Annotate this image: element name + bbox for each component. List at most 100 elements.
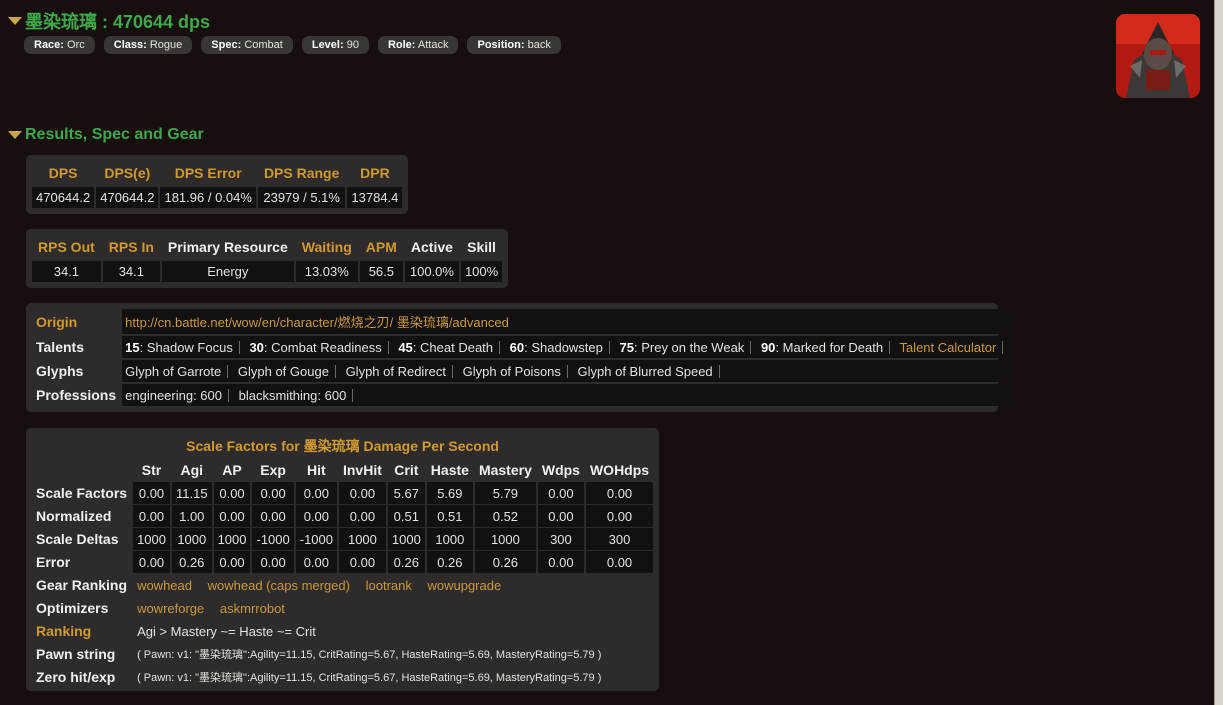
professions-label: Professions bbox=[36, 387, 117, 403]
primary-resource-header: Primary Resource bbox=[167, 239, 288, 255]
sf-cell: 0.00 bbox=[252, 505, 294, 527]
sf-cell: 0.26 bbox=[426, 551, 473, 573]
row-label: Scale Deltas bbox=[36, 531, 119, 547]
sf-cell: 300 bbox=[585, 528, 654, 550]
sf-cell: 0.00 bbox=[585, 551, 654, 573]
class-badge: Class: Rogue bbox=[103, 36, 193, 54]
optimizers-row: Optimizers wowreforge askmrrobot bbox=[32, 597, 653, 619]
sf-cell: 0.00 bbox=[585, 505, 654, 527]
spec-badge: Spec: Combat bbox=[201, 36, 293, 54]
sf-cell: 0.00 bbox=[295, 505, 337, 527]
glyph-item: Glyph of Gouge bbox=[237, 363, 329, 379]
collapse-triangle-icon bbox=[8, 17, 22, 25]
normalized-row: Normalized 0.00 1.00 0.00 0.00 0.00 0.00… bbox=[32, 505, 654, 527]
askmrrobot-link[interactable]: askmrrobot bbox=[220, 601, 285, 616]
sf-cell: 0.26 bbox=[171, 551, 212, 573]
sf-cell: 1000 bbox=[426, 528, 473, 550]
sf-cell: 0.00 bbox=[252, 482, 294, 504]
scale-factors-panel: Scale Factors for 墨染琉璃 Damage Per Second… bbox=[26, 428, 660, 691]
dpr-value: 13784.4 bbox=[347, 187, 403, 208]
sf-cell: 0.00 bbox=[133, 505, 170, 527]
dpr-header: DPR bbox=[360, 165, 390, 181]
zero-hit-exp-row: Zero hit/exp ( Pawn: v1: "墨染琉璃":Agility=… bbox=[32, 666, 653, 688]
talent-60: 60: Shadowstep bbox=[509, 339, 603, 355]
talent-calculator-link[interactable]: Talent Calculator bbox=[899, 340, 996, 355]
dps-summary-table: DPS DPS(e) DPS Error DPS Range DPR 47064… bbox=[30, 159, 404, 210]
scale-factors-row: Scale Factors 0.00 11.15 0.00 0.00 0.00 … bbox=[32, 482, 654, 504]
origin-cell: http://cn.battle.net/wow/en/character/燃烧… bbox=[122, 309, 1013, 334]
sf-cell: -1000 bbox=[252, 528, 294, 550]
sf-cell: 0.00 bbox=[585, 482, 654, 504]
sf-cell: 0.00 bbox=[537, 482, 584, 504]
sf-cell: 5.69 bbox=[426, 482, 473, 504]
wowhead-caps-merged-link[interactable]: wowhead (caps merged) bbox=[208, 578, 350, 593]
results-section-toggle[interactable]: Results, Spec and Gear bbox=[8, 126, 204, 144]
sf-cell: 5.79 bbox=[474, 482, 536, 504]
lootrank-link[interactable]: lootrank bbox=[366, 578, 412, 593]
results-section-title: Results, Spec and Gear bbox=[25, 126, 204, 143]
talent-45: 45: Cheat Death bbox=[398, 339, 494, 355]
avatar-portrait-icon bbox=[1116, 14, 1200, 98]
sf-cell: 0.51 bbox=[387, 505, 425, 527]
sf-cell: 1000 bbox=[474, 528, 536, 550]
talent-90: 90: Marked for Death bbox=[760, 339, 884, 355]
pawn-string-row: Pawn string ( Pawn: v1: "墨染琉璃":Agility=1… bbox=[32, 643, 653, 665]
glyphs-cell: Glyph of Garrote Glyph of Gouge Glyph of… bbox=[122, 360, 1013, 382]
resource-summary-panel: RPS Out RPS In Primary Resource Waiting … bbox=[26, 229, 509, 288]
character-info-table: Origin http://cn.battle.net/wow/en/chara… bbox=[30, 307, 1014, 408]
col-crit-header: Crit bbox=[394, 462, 419, 478]
col-mastery-header: Mastery bbox=[478, 462, 532, 478]
glyph-item: Glyph of Redirect bbox=[345, 363, 446, 379]
race-badge: Race: Orc bbox=[24, 36, 95, 54]
sf-cell: 0.00 bbox=[213, 551, 251, 573]
rps-in-header: RPS In bbox=[108, 239, 154, 255]
sf-cell: 1000 bbox=[213, 528, 251, 550]
sf-cell: 0.00 bbox=[295, 482, 337, 504]
optimizers-label: Optimizers bbox=[36, 600, 109, 616]
resource-summary-table: RPS Out RPS In Primary Resource Waiting … bbox=[30, 233, 504, 284]
sf-cell: 0.00 bbox=[537, 505, 584, 527]
glyph-item: Glyph of Blurred Speed bbox=[577, 363, 713, 379]
gear-ranking-links: wowhead wowhead (caps merged) lootrank w… bbox=[133, 574, 653, 596]
pawn-string-value[interactable]: ( Pawn: v1: "墨染琉璃":Agility=11.15, CritRa… bbox=[133, 643, 653, 665]
wowhead-link[interactable]: wowhead bbox=[137, 578, 192, 593]
profession-item: blacksmithing: 600 bbox=[238, 387, 347, 403]
wowupgrade-link[interactable]: wowupgrade bbox=[427, 578, 501, 593]
ranking-label: Ranking bbox=[36, 623, 92, 639]
level-badge: Level: 90 bbox=[301, 36, 369, 54]
page-scrollbar[interactable] bbox=[1214, 0, 1223, 705]
skill-header: Skill bbox=[467, 239, 496, 255]
sf-cell: 0.52 bbox=[474, 505, 536, 527]
apm-value: 56.5 bbox=[359, 261, 403, 282]
row-label: Error bbox=[36, 554, 71, 570]
sf-cell: 0.51 bbox=[426, 505, 473, 527]
sf-cell: 0.26 bbox=[474, 551, 536, 573]
sf-cell: 0.00 bbox=[133, 551, 170, 573]
apm-header: APM bbox=[365, 239, 397, 255]
sf-cell: 300 bbox=[537, 528, 584, 550]
sf-cell: 0.00 bbox=[213, 505, 251, 527]
col-ap-header: AP bbox=[222, 462, 242, 478]
player-header-toggle[interactable]: 墨染琉璃 : 470644 dps bbox=[8, 8, 210, 34]
rps-in-value: 34.1 bbox=[102, 261, 160, 282]
dps-range-header: DPS Range bbox=[263, 165, 340, 181]
optimizers-links: wowreforge askmrrobot bbox=[133, 597, 653, 619]
talent-75: 75: Prey on the Weak bbox=[619, 339, 745, 355]
active-header: Active bbox=[410, 239, 453, 255]
zero-hit-exp-value[interactable]: ( Pawn: v1: "墨染琉璃":Agility=11.15, CritRa… bbox=[133, 666, 653, 688]
sf-cell: 11.15 bbox=[171, 482, 212, 504]
ranking-value: Agi > Mastery ~= Haste ~= Crit bbox=[137, 623, 316, 639]
sf-cell: 0.00 bbox=[213, 482, 251, 504]
dps-summary-panel: DPS DPS(e) DPS Error DPS Range DPR 47064… bbox=[26, 155, 409, 214]
dps-e-header: DPS(e) bbox=[104, 165, 151, 181]
sf-cell: 0.00 bbox=[338, 505, 386, 527]
row-label: Scale Factors bbox=[36, 485, 128, 501]
talents-label: Talents bbox=[36, 339, 84, 355]
wowreforge-link[interactable]: wowreforge bbox=[137, 601, 204, 616]
talents-cell: 15: Shadow Focus 30: Combat Readiness 45… bbox=[122, 336, 1013, 358]
dps-error-header: DPS Error bbox=[174, 165, 242, 181]
col-agi-header: Agi bbox=[180, 462, 204, 478]
col-str-header: Str bbox=[141, 462, 162, 478]
origin-link[interactable]: http://cn.battle.net/wow/en/character/燃烧… bbox=[125, 315, 509, 330]
waiting-header: Waiting bbox=[301, 239, 352, 255]
